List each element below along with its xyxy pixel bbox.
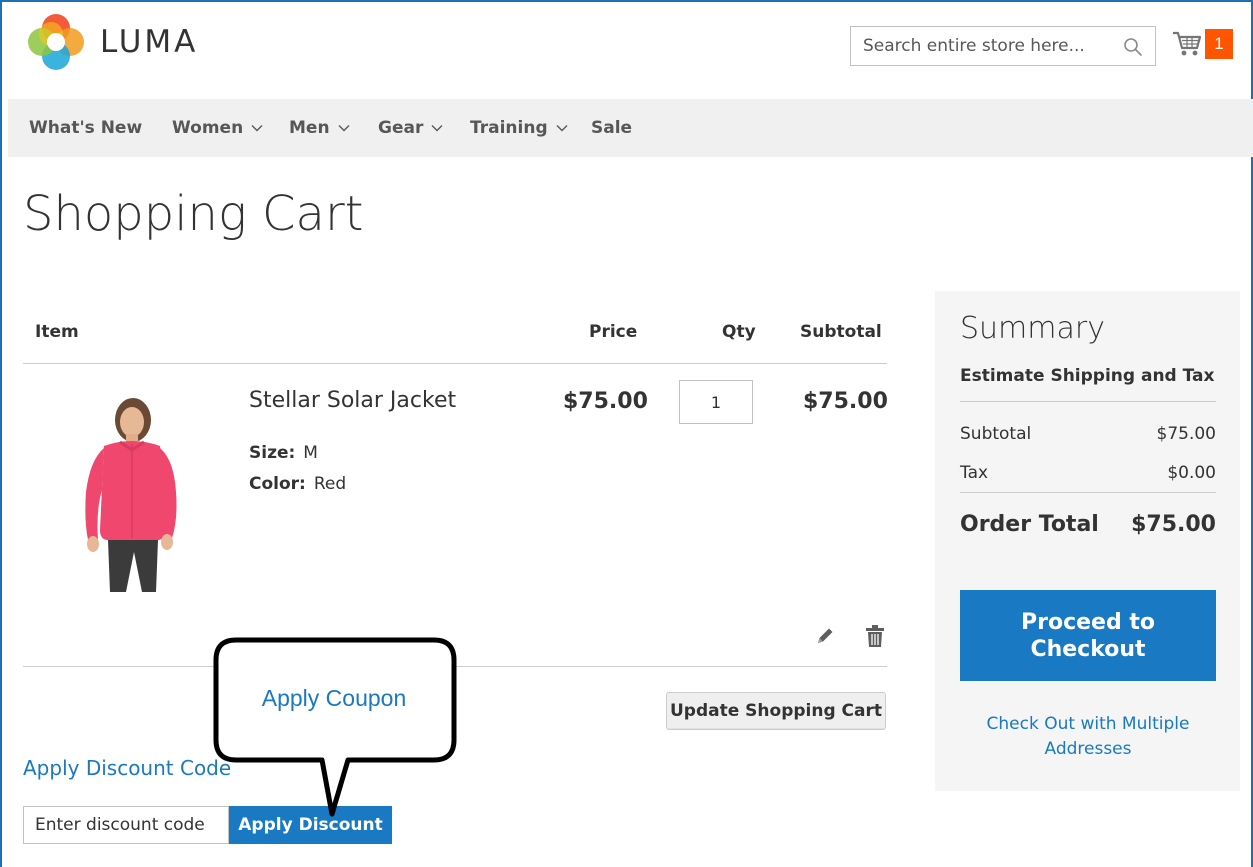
summary-title: Summary xyxy=(960,311,1105,346)
cart-icon[interactable] xyxy=(1172,30,1202,58)
option-label: Size: xyxy=(249,443,296,463)
search-input[interactable] xyxy=(851,27,1111,65)
quantity-value: 1 xyxy=(710,393,722,412)
nav-item-women[interactable]: Women xyxy=(172,99,263,157)
column-header-item: Item xyxy=(35,322,79,342)
proceed-to-checkout-button[interactable]: Proceed to Checkout xyxy=(960,590,1216,681)
summary-row-subtotal: Subtotal $75.00 xyxy=(960,424,1216,444)
summary-row-label: Subtotal xyxy=(960,424,1032,444)
order-total-label: Order Total xyxy=(960,512,1099,537)
chevron-down-icon xyxy=(556,125,568,132)
callout-bubble xyxy=(213,637,457,817)
main-nav: What's New Women Men Gear Training Sale xyxy=(8,99,1253,157)
chevron-down-icon xyxy=(431,125,443,132)
trash-icon[interactable] xyxy=(865,624,885,648)
option-label: Color: xyxy=(249,474,306,494)
nav-item-men[interactable]: Men xyxy=(289,99,350,157)
summary-row-label: Tax xyxy=(960,463,989,483)
quantity-input[interactable]: 1 xyxy=(679,380,753,424)
product-name-link[interactable]: Stellar Solar Jacket xyxy=(249,388,456,413)
multi-address-checkout-link[interactable]: Check Out with Multiple Addresses xyxy=(960,712,1216,762)
summary-row-value: $75.00 xyxy=(1156,424,1216,444)
order-total-value: $75.00 xyxy=(1131,512,1216,537)
chevron-down-icon xyxy=(338,125,350,132)
update-cart-button[interactable]: Update Shopping Cart xyxy=(666,692,886,730)
luma-logo-icon[interactable] xyxy=(28,14,84,70)
table-divider xyxy=(23,363,887,364)
page-title: Shopping Cart xyxy=(23,186,364,242)
column-header-qty: Qty xyxy=(722,322,756,342)
nav-item-label: Men xyxy=(289,118,330,138)
order-total-row: Order Total $75.00 xyxy=(960,512,1216,537)
summary-divider xyxy=(960,401,1216,402)
callout-text: Apply Coupon xyxy=(261,685,407,711)
estimate-shipping-toggle[interactable]: Estimate Shipping and Tax xyxy=(960,366,1214,386)
summary-row-tax: Tax $0.00 xyxy=(960,463,1216,483)
product-option-color: Color: Red xyxy=(249,474,346,494)
summary-row-value: $0.00 xyxy=(1167,463,1216,483)
nav-item-label: What's New xyxy=(29,118,143,138)
pencil-icon[interactable] xyxy=(815,626,835,646)
summary-divider xyxy=(960,492,1216,493)
product-image[interactable] xyxy=(40,380,205,595)
column-header-subtotal: Subtotal xyxy=(800,322,882,342)
nav-item-label: Gear xyxy=(378,118,424,138)
column-header-price: Price xyxy=(589,322,638,342)
nav-item-training[interactable]: Training xyxy=(470,99,568,157)
logo-text[interactable]: LUMA xyxy=(100,24,198,60)
search-box xyxy=(850,26,1156,66)
item-price: $75.00 xyxy=(563,389,648,414)
option-value: M xyxy=(303,443,318,463)
nav-item-gear[interactable]: Gear xyxy=(378,99,443,157)
nav-item-label: Sale xyxy=(591,118,633,138)
nav-item-label: Women xyxy=(172,118,244,138)
cart-count-badge[interactable]: 1 xyxy=(1205,29,1233,59)
item-subtotal: $75.00 xyxy=(803,389,888,414)
option-value: Red xyxy=(313,474,347,494)
product-option-size: Size: M xyxy=(249,443,318,463)
chevron-down-icon xyxy=(251,125,263,132)
search-icon[interactable] xyxy=(1123,37,1143,57)
discount-code-field[interactable] xyxy=(23,806,229,844)
discount-toggle-link[interactable]: Apply Discount Code xyxy=(23,756,231,780)
nav-item-whats-new[interactable]: What's New xyxy=(29,99,142,157)
nav-item-label: Training xyxy=(470,118,548,138)
nav-item-sale[interactable]: Sale xyxy=(591,99,632,157)
